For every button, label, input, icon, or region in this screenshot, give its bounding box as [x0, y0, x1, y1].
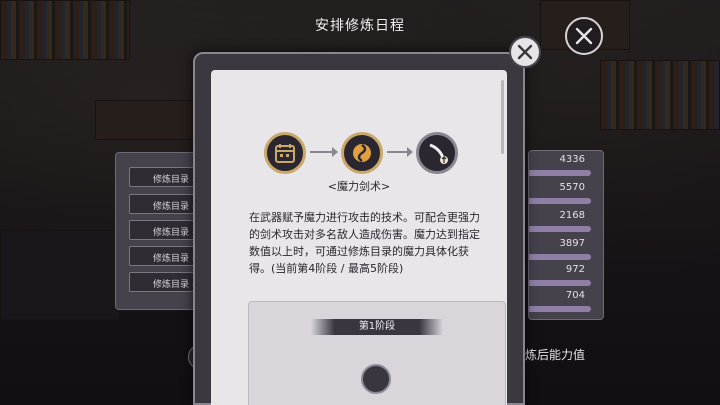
scrollbar[interactable]: [501, 80, 504, 154]
skill-detail-content[interactable]: <魔力剑术> 在武器赋予魔力进行攻击的技术。可配合更强力的剑术攻击对多名敌人造成…: [211, 70, 507, 405]
stage-label: 第1阶段: [311, 319, 443, 335]
skill-name: <魔力剑术>: [327, 180, 391, 193]
close-icon: [575, 27, 593, 45]
stat-bar: [529, 306, 591, 312]
page-title: 安排修炼日程: [315, 18, 405, 34]
stat-bar: [529, 198, 591, 204]
stat-bar: [529, 280, 591, 286]
magic-swirl-icon: [353, 143, 371, 163]
stat-value: 972: [565, 264, 585, 275]
stat-value: 2168: [559, 210, 585, 221]
flow-node-calendar: [264, 132, 306, 174]
flow-arrow: [387, 147, 413, 157]
stat-value: 4336: [559, 154, 585, 165]
close-icon: [517, 44, 533, 60]
sword-upgrade-icon: [429, 143, 448, 164]
close-screen-button[interactable]: [565, 17, 603, 55]
stat-bar: [529, 226, 591, 232]
flow-node-sword: [416, 132, 458, 174]
stat-bar: [529, 170, 591, 176]
stat-value: 5570: [559, 182, 585, 193]
stage-panel: 第1阶段: [248, 301, 506, 405]
close-dialog-button[interactable]: [509, 36, 541, 68]
skill-detail-dialog: <魔力剑术> 在武器赋予魔力进行攻击的技术。可配合更强力的剑术攻击对多名敌人造成…: [193, 52, 525, 405]
stat-value: 704: [565, 290, 585, 301]
stage-icon: [361, 364, 391, 394]
flow-arrow: [310, 147, 338, 157]
skill-description: 在武器赋予魔力进行攻击的技术。可配合更强力的剑术攻击对多名敌人造成伤害。魔力达到…: [249, 211, 480, 275]
stat-value: 3897: [559, 238, 585, 249]
stats-panel: 4336 5570 2168 3897 972 704: [528, 150, 604, 320]
calendar-icon: [275, 144, 295, 163]
flow-node-magic: [341, 132, 383, 174]
stat-bar: [529, 254, 591, 260]
